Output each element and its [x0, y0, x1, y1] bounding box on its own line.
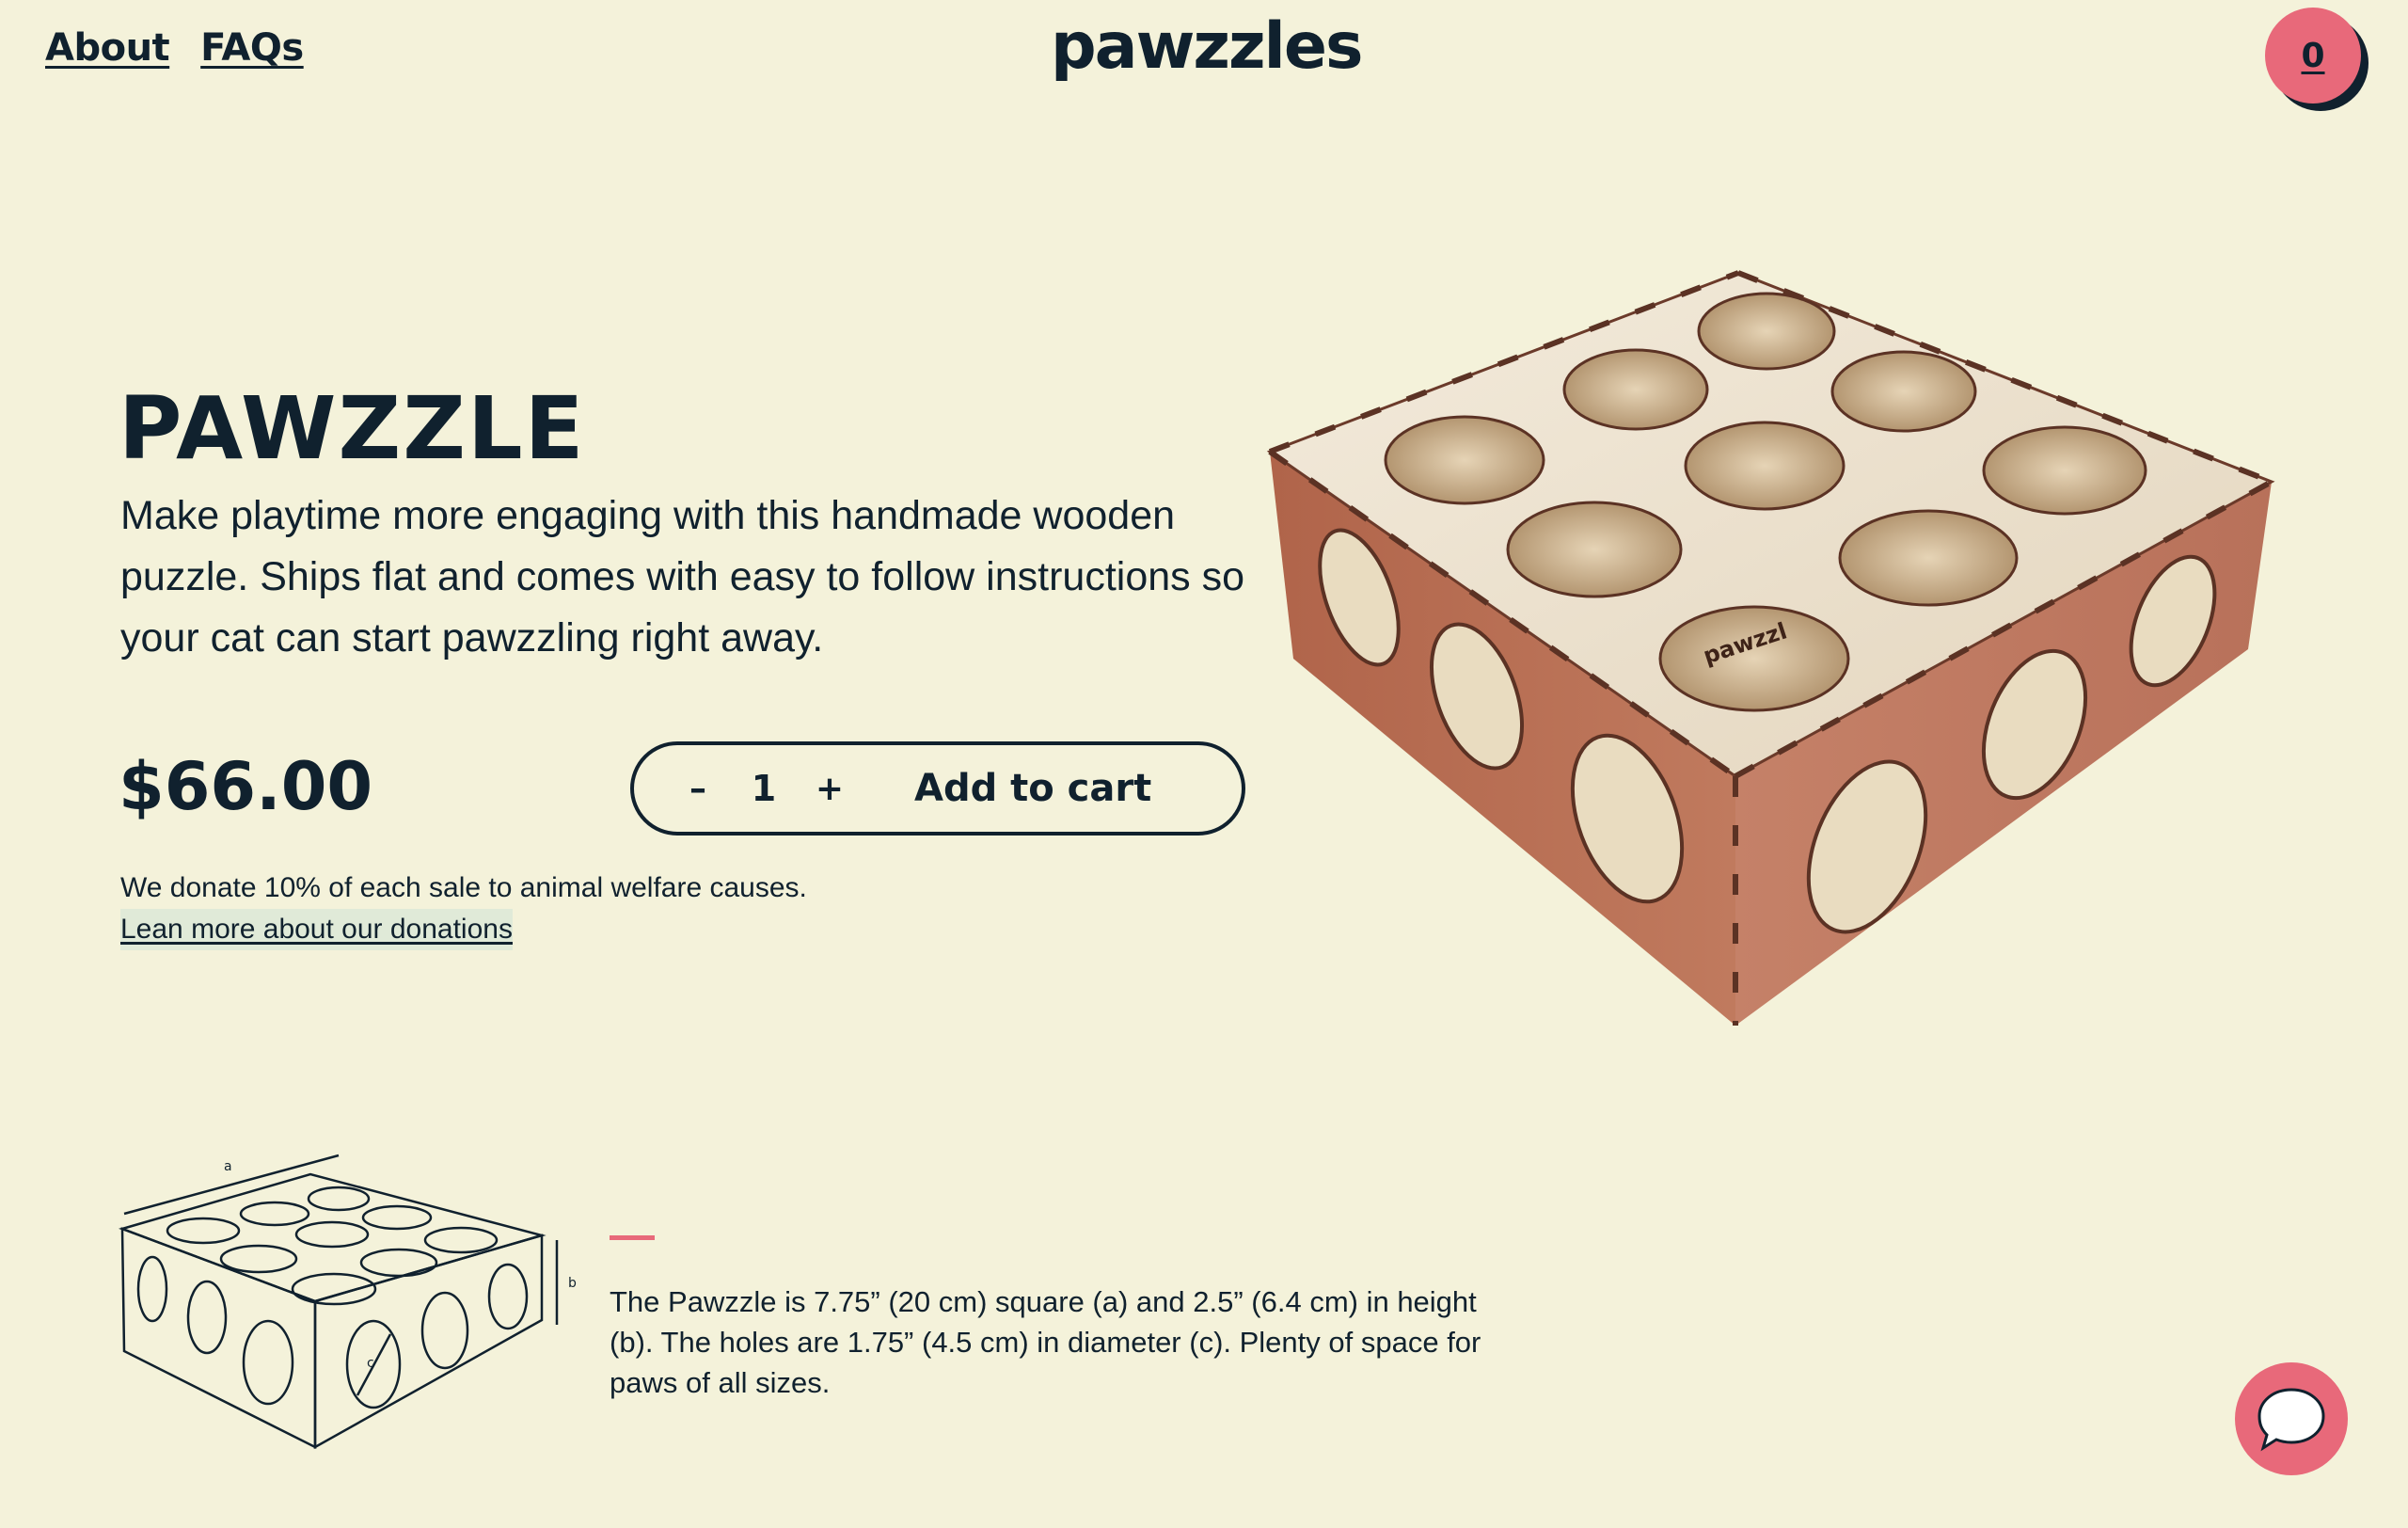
primary-nav: About FAQs: [45, 26, 304, 70]
donation-info: We donate 10% of each sale to animal wel…: [120, 867, 807, 950]
product-description: Make playtime more engaging with this ha…: [120, 493, 1245, 661]
cart-button[interactable]: 0: [2265, 8, 2368, 111]
donation-text: We donate 10% of each sale to animal wel…: [120, 872, 807, 903]
product-title: PAWZZLE: [119, 378, 586, 479]
nav-faqs-link[interactable]: FAQs: [200, 26, 304, 70]
product-image: pawzzl: [1266, 270, 2275, 1026]
diagram-label-c: c: [367, 1356, 374, 1371]
nav-about-link[interactable]: About: [45, 26, 170, 70]
chat-bubble-icon: [2258, 1388, 2325, 1452]
diagram-label-b: b: [568, 1276, 577, 1291]
diagram-label-a: a: [224, 1159, 232, 1174]
dimensions-text: The Pawzzle is 7.75” (20 cm) square (a) …: [610, 1285, 1481, 1399]
dimensions-diagram: a b c: [119, 1154, 577, 1450]
cart-count[interactable]: 0: [2265, 8, 2361, 103]
site-logo[interactable]: pawzzles: [1051, 9, 1363, 84]
add-to-cart-button[interactable]: Add to cart: [914, 767, 1151, 810]
chat-button[interactable]: [2235, 1362, 2348, 1475]
purchase-control: – 1 + Add to cart: [630, 741, 1245, 836]
accent-divider: [610, 1235, 655, 1240]
donation-link[interactable]: Lean more about our donations: [120, 909, 513, 950]
quantity-value[interactable]: 1: [726, 768, 801, 809]
quantity-increase-button[interactable]: +: [801, 770, 858, 808]
quantity-decrease-button[interactable]: –: [670, 770, 726, 808]
product-price: $66.00: [119, 748, 373, 825]
